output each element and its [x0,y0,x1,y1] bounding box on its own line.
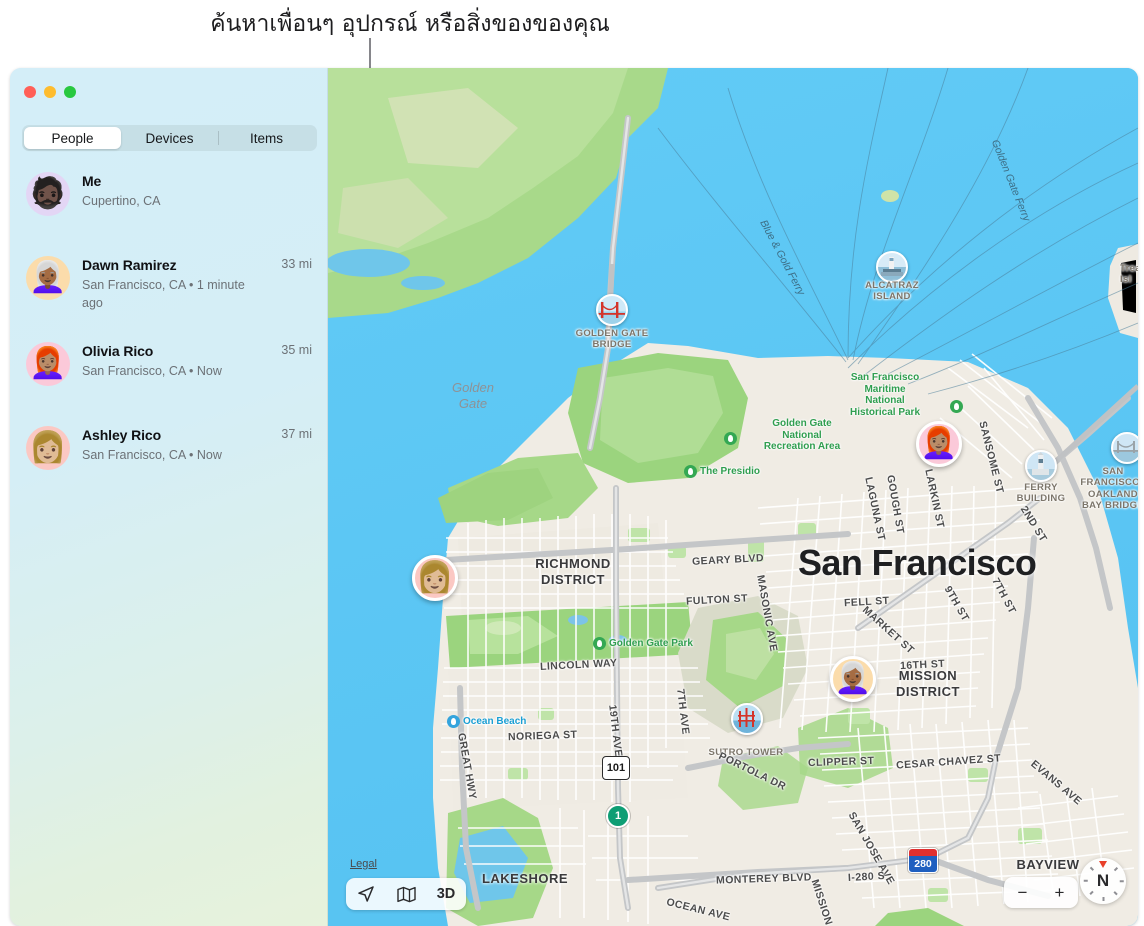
avatar: 👩🏼 [26,426,70,471]
avatar: 👩🏾‍🦳 [26,256,70,300]
person-name: Me [82,173,102,189]
people-list: 🧔🏿 Me Cupertino, CA 👩🏾‍🦳 Dawn Ramirez Sa… [10,172,328,510]
person-subtitle: San Francisco, CA • 1 minute ago [82,278,245,311]
avatar-glyph: 👩🏾‍🦳 [29,261,67,294]
avatar-glyph: 👩🏽‍🦰 [29,347,67,381]
compass-needle-icon [1099,861,1107,868]
tab-devices-label: Devices [145,130,194,146]
legal-link[interactable]: Legal [350,858,377,870]
list-item[interactable]: 👩🏼 Ashley Rico San Francisco, CA • Now 3… [10,426,328,480]
person-name: Dawn Ramirez [82,257,177,273]
avatar-glyph: 👩🏼 [29,431,67,465]
zoom-controls: − + [1004,877,1078,908]
maximize-button[interactable] [64,86,76,98]
callout-annotation-text: ค้นหาเพื่อนๆ อุปกรณ์ หรือสิ่งของของคุณ [210,11,610,37]
map-layers-icon[interactable] [390,881,422,907]
list-item-text: Olivia Rico San Francisco, CA • Now [82,342,281,380]
close-button[interactable] [24,86,36,98]
person-distance: 33 mi [281,257,312,271]
compass[interactable]: N [1080,858,1126,904]
avatar: 🧔🏿 [26,172,70,216]
tab-items[interactable]: Items [218,127,315,149]
3d-toggle[interactable]: 3D [430,881,462,907]
tab-people-label: People [51,130,94,146]
list-item-text: Ashley Rico San Francisco, CA • Now [82,426,281,464]
highway-shield-us-101: 101 [602,756,630,780]
person-distance: 37 mi [281,427,312,442]
person-distance: 35 mi [281,343,312,358]
person-name: Olivia Rico [82,343,154,360]
list-item-text: Me Cupertino, CA [82,172,312,210]
avatar: 👩🏽‍🦰 [26,342,70,387]
segmented-control: People Devices Items [22,125,317,151]
compass-north-label: N [1096,871,1110,890]
locate-icon[interactable] [350,881,382,907]
avatar-glyph: 🧔🏿 [29,177,67,210]
city-label: San Francisco [798,542,1037,583]
map-pin-dawn-ramirez[interactable]: 👩🏾‍🦳 [830,656,876,702]
find-my-window: People Devices Items 🧔🏿 Me Cupertino, CA [10,68,1138,926]
person-name: Ashley Rico [82,427,162,444]
zoom-out-button[interactable]: − [1018,883,1028,903]
tab-devices[interactable]: Devices [121,127,218,149]
minimize-button[interactable] [44,86,56,98]
map-pin-ashley-rico[interactable]: 👩🏼 [412,555,458,601]
list-item[interactable]: 👩🏾‍🦳 Dawn Ramirez San Francisco, CA • 1 … [10,256,328,312]
map-canvas[interactable]: San Francisco Golden Gate Blue & Gold Fe… [328,68,1138,926]
list-item-text: Dawn Ramirez San Francisco, CA • 1 minut… [82,256,281,312]
person-subtitle: San Francisco, CA • Now [82,448,222,463]
person-subtitle: Cupertino, CA [82,194,161,208]
window-traffic-lights [24,86,76,98]
map-toolbar: 3D [346,878,466,910]
list-item[interactable]: 🧔🏿 Me Cupertino, CA [10,172,328,226]
map-pin-olivia-rico[interactable]: 👩🏽‍🦰 [916,421,962,467]
highway-shield-i-280: 280 [908,848,938,873]
avatar-glyph: 👩🏾‍🦳 [834,662,872,695]
highway-shield-ca-1: 1 [606,804,630,828]
list-item[interactable]: 👩🏽‍🦰 Olivia Rico San Francisco, CA • Now… [10,342,328,396]
zoom-in-button[interactable]: + [1055,883,1065,903]
tab-items-label: Items [249,130,283,146]
tab-people[interactable]: People [24,127,121,149]
map-basemap [328,68,1138,926]
avatar-glyph: 👩🏼 [416,561,454,594]
person-subtitle: San Francisco, CA • Now [82,364,222,379]
sidebar: People Devices Items 🧔🏿 Me Cupertino, CA [10,68,328,926]
avatar-glyph: 👩🏽‍🦰 [920,427,958,460]
